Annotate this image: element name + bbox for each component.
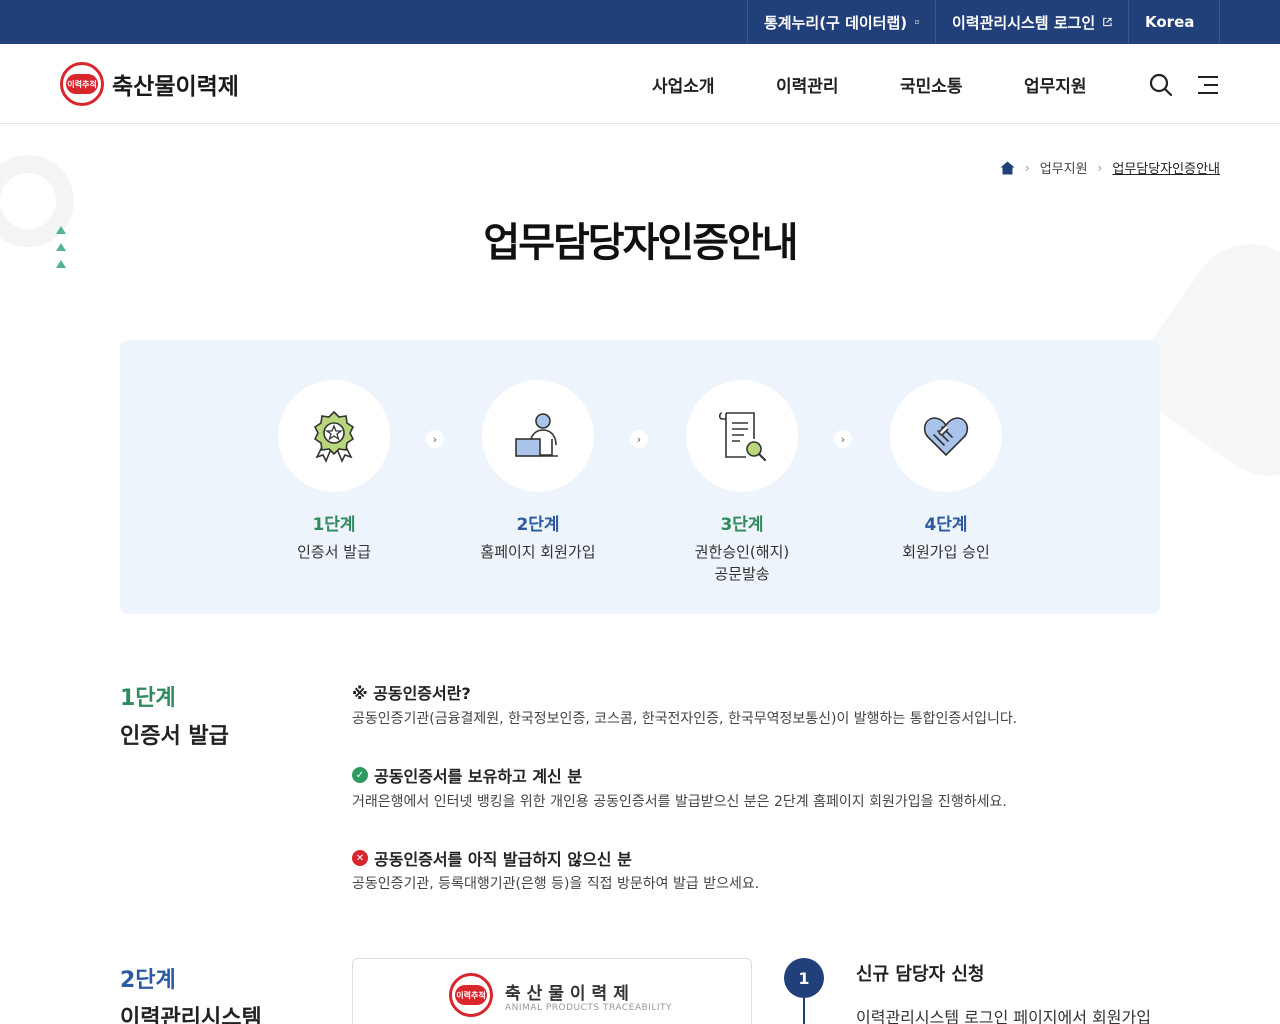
section2-title: 이력관리시스템 [120, 1006, 262, 1024]
timeline-step-number: 1 [784, 958, 824, 998]
system-login-link[interactable]: 이력관리시스템 로그인 [935, 0, 1128, 44]
logo-emblem-text: 이력추적 [66, 74, 98, 94]
chevron-down-icon [1202, 21, 1203, 23]
qa-has-certificate-title: ✓ 공동인증서를 보유하고 계신 분 [352, 763, 582, 787]
step-2-circle [482, 380, 594, 492]
language-label: Korea [1145, 13, 1195, 31]
nav-item-trace[interactable]: 이력관리 [776, 44, 839, 124]
x-circle-icon: ✕ [352, 850, 368, 866]
step-3-description: 권한승인(해지) [694, 543, 790, 561]
qa-no-certificate-label: 공동인증서를 아직 발급하지 않으신 분 [374, 850, 632, 869]
breadcrumb: › 업무지원 › 업무담당자인증안내 [1000, 158, 1220, 177]
qa-certificate-desc: 공동인증기관(금융결제원, 한국정보인증, 코스콤, 한국전자인증, 한국무역정… [352, 711, 1018, 727]
user-computer-icon [515, 413, 558, 457]
home-icon[interactable] [1000, 161, 1015, 175]
nav-item-business[interactable]: 사업소개 [652, 44, 715, 124]
logo-emblem-icon: 이력추적 [449, 973, 493, 1017]
step-1-circle [278, 380, 390, 492]
breadcrumb-separator-icon: › [1097, 160, 1103, 175]
steps-panel: 1단계 인증서 발급 › 2단계 홈페이지 회원가입 › 3단계 권한승인(해지… [120, 340, 1160, 614]
logo-emblem-icon: 이력추적 [60, 62, 104, 106]
step-4: 4단계 회원가입 승인 [866, 380, 1026, 563]
qa-has-certificate-label: 공동인증서를 보유하고 계신 분 [374, 767, 583, 786]
language-select[interactable]: Korea [1128, 0, 1220, 44]
system-login-card: 이력추적 축산물이력제 ANIMAL PRODUCTS TRACEABILITY [352, 958, 752, 1024]
handshake-heart-icon [923, 417, 969, 457]
nav-item-communication[interactable]: 국민소통 [900, 44, 963, 124]
breadcrumb-item-support[interactable]: 업무지원 [1040, 158, 1088, 177]
site-logo[interactable]: 이력추적 축산물이력제 [60, 62, 239, 106]
qa-certificate-title: ※ 공동인증서란? [352, 684, 471, 703]
step-4-circle [890, 380, 1002, 492]
step-3: 3단계 권한승인(해지) 공문발송 [662, 380, 822, 585]
certificate-badge-icon [313, 410, 355, 463]
step-3-number: 3단계 [720, 515, 764, 535]
system-login-label: 이력관리시스템 로그인 [952, 13, 1096, 32]
step-2: 2단계 홈페이지 회원가입 [458, 380, 618, 563]
qa-no-certificate-title: ✕ 공동인증서를 아직 발급하지 않으신 분 [352, 846, 632, 870]
step-2-description: 홈페이지 회원가입 [480, 543, 596, 561]
external-link-icon [1103, 17, 1112, 27]
logo-emblem-text: 이력추적 [455, 985, 487, 1005]
step-1: 1단계 인증서 발급 [254, 380, 414, 563]
step-1-description: 인증서 발급 [297, 543, 371, 561]
step-4-description: 회원가입 승인 [902, 543, 990, 561]
step-4-number: 4단계 [924, 515, 968, 535]
breadcrumb-separator-icon: › [1024, 160, 1030, 175]
page-title: 업무담당자인증안내 [483, 220, 798, 266]
step-arrow-icon: › [834, 430, 852, 448]
breadcrumb-item-current[interactable]: 업무담당자인증안내 [1112, 158, 1220, 177]
card-title: 축산물이력제 [505, 984, 635, 1004]
step-arrow-icon: › [426, 430, 444, 448]
card-subtitle: ANIMAL PRODUCTS TRACEABILITY [505, 1003, 672, 1013]
qa-no-certificate-desc: 공동인증기관, 등록대행기관(은행 등)을 직접 방문하여 발급 받으세요. [352, 876, 760, 892]
site-header: 이력추적 축산물이력제 사업소개 이력관리 국민소통 업무지원 [0, 44, 1280, 124]
document-search-icon [718, 412, 767, 462]
menu-icon[interactable] [1195, 72, 1221, 98]
section1-step-label: 1단계 [120, 686, 176, 711]
qa-has-certificate-desc: 거래은행에서 인터넷 뱅킹을 위한 개인용 공동인증서를 발급받으신 분은 2단… [352, 794, 1007, 810]
external-link-icon [915, 20, 919, 24]
step-1-number: 1단계 [312, 515, 356, 535]
section2-step-label: 2단계 [120, 968, 176, 993]
timeline-step-title: 신규 담당자 신청 [856, 964, 985, 985]
step-2-number: 2단계 [516, 515, 560, 535]
step-3-circle [686, 380, 798, 492]
step-3-description-2: 공문발송 [714, 565, 770, 583]
logo-text: 축산물이력제 [112, 74, 239, 100]
stats-link[interactable]: 통계누리(구 데이터랩) [747, 0, 935, 44]
check-circle-icon: ✓ [352, 767, 368, 783]
timeline-line [803, 998, 805, 1024]
utility-bar: 통계누리(구 데이터랩) 이력관리시스템 로그인 Korea [0, 0, 1280, 44]
search-icon[interactable] [1148, 72, 1174, 98]
nav-item-support[interactable]: 업무지원 [1024, 44, 1087, 124]
stats-link-label: 통계누리(구 데이터랩) [764, 13, 908, 32]
step-arrow-icon: › [630, 430, 648, 448]
section1-title: 인증서 발급 [120, 724, 229, 749]
timeline-step-desc: 이력관리시스템 로그인 페이지에서 회원가입 [856, 1008, 1151, 1024]
